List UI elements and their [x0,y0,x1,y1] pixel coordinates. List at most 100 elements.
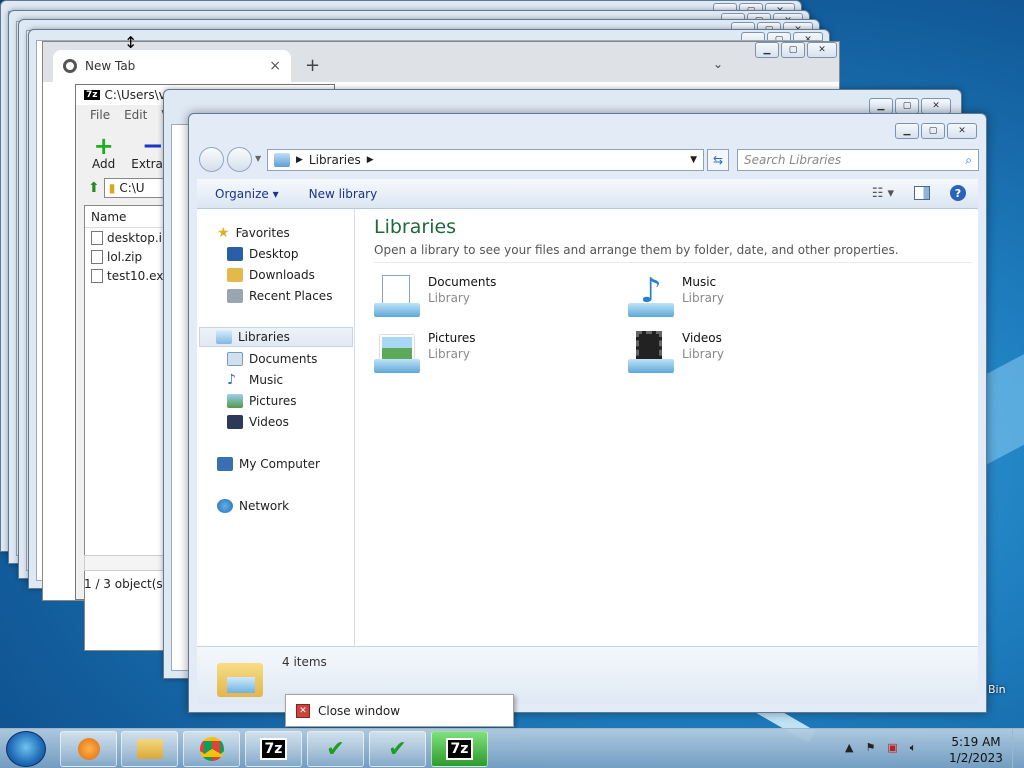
recent-places-icon [227,289,243,303]
chrome-tab-title: New Tab [85,59,136,73]
documents-icon [227,352,243,366]
taskbar-7zip-2[interactable]: 7z [431,731,488,767]
close-window-label: Close window [318,703,401,718]
taskbar-installer-2[interactable]: ✔ [369,731,426,767]
library-type: Library [682,347,724,361]
close-button[interactable]: ✕ [921,98,951,114]
refresh-button[interactable]: ⇆ [707,149,729,171]
recycle-bin-label[interactable]: Bin [988,683,1006,696]
clock-time: 5:19 AM [951,735,1001,749]
clock[interactable]: 5:19 AM 1/2/2023 [946,734,1006,766]
up-folder-icon[interactable]: ⬆ [88,180,100,196]
nav-recent-places[interactable]: Recent Places [227,286,332,306]
search-input[interactable]: Search Libraries ⌕ [737,149,979,171]
search-icon[interactable]: ⌕ [965,153,972,168]
add-label: Add [92,157,116,171]
system-tray: ▲ ⚑ ▣ 🔈︎ [845,741,916,755]
libraries-folder-icon [217,657,263,697]
nav-videos[interactable]: Videos [227,412,289,432]
library-music[interactable]: ♪ Music Library [628,271,724,321]
pictures-library-icon [374,331,420,377]
maximize-button[interactable]: ▢ [895,98,919,114]
nav-libraries[interactable]: Libraries [199,327,353,347]
breadcrumb-arrow-icon[interactable]: ▶ [296,155,303,165]
close-button[interactable]: ✕ [807,42,837,58]
recent-pages-dropdown-icon[interactable]: ▼ [255,154,261,163]
library-pictures[interactable]: Pictures Library [374,331,476,377]
star-icon: ★ [217,225,230,241]
exe-file-icon [91,268,103,283]
nav-favorites[interactable]: ★ Favorites [217,223,290,243]
videos-filmstrip-icon [227,415,243,429]
sevenzip-icon: 7z [445,738,474,760]
minimize-button[interactable]: ▁ [755,42,779,58]
nav-downloads[interactable]: Downloads [227,265,315,285]
maximize-button[interactable]: ▢ [781,42,805,58]
action-center-icon[interactable]: ⚑ [865,741,875,755]
minimize-button[interactable]: ▁ [869,98,893,114]
page-description: Open a library to see your files and arr… [374,243,899,257]
music-note-icon: ♪ [227,372,236,388]
library-type: Library [428,291,470,305]
minimize-button[interactable]: ▁ [895,123,919,139]
downloads-folder-icon [227,268,243,282]
start-button[interactable] [6,731,46,767]
installer-check-icon: ✔ [326,736,345,762]
volume-icon[interactable]: 🔈︎ [910,741,917,755]
file-name: test10.exe [107,268,171,283]
taskbar-installer-1[interactable]: ✔ [307,731,364,767]
tab-search-dropdown[interactable]: ⌄ [713,57,723,71]
library-videos[interactable]: Videos Library [628,331,724,377]
nav-network-label: Network [239,499,290,513]
maximize-button[interactable]: ▢ [921,123,945,139]
item-count: 4 items [282,655,327,669]
library-name: Music [682,275,717,289]
back-button[interactable] [199,147,224,172]
close-button[interactable]: ✕ [947,123,977,139]
network-icon [217,499,233,513]
libraries-explorer-window[interactable]: ▁ ▢ ✕ ▼ ▶ Libraries ▶ ▼ ⇆ Search Librari… [188,113,987,713]
taskbar-chrome[interactable] [183,731,240,767]
breadcrumb-arrow-icon[interactable]: ▶ [367,155,374,165]
nav-my-computer[interactable]: My Computer [217,454,320,474]
breadcrumb-libraries[interactable]: Libraries [309,153,361,167]
library-documents[interactable]: Documents Library [374,275,496,321]
file-name: lol.zip [107,249,143,264]
menu-file[interactable]: File [90,108,110,122]
new-tab-button[interactable]: + [305,55,320,76]
nav-pictures[interactable]: Pictures [227,391,297,411]
nav-desktop[interactable]: Desktop [227,244,299,264]
taskbar-media-player[interactable] [60,731,117,767]
help-icon[interactable]: ? [950,185,966,201]
ini-file-icon [91,230,103,245]
videos-library-icon [628,331,674,377]
clock-date: 1/2/2023 [949,751,1003,765]
resize-cursor-icon: ↕ [124,33,138,52]
menu-edit[interactable]: Edit [124,108,147,122]
address-dropdown-icon[interactable]: ▼ [690,155,697,165]
new-library-button[interactable]: New library [309,187,378,201]
taskbar-explorer[interactable] [121,731,178,767]
preview-pane-icon[interactable] [914,186,930,200]
nav-network[interactable]: Network [217,496,289,516]
close-window-icon: ✕ [296,703,310,718]
organize-button[interactable]: Organize ▾ [215,187,279,201]
explorer-folder-icon [136,739,163,759]
add-button[interactable]: + Add [92,134,116,171]
show-desktop-button[interactable] [1012,729,1024,768]
nav-music-label: Music [249,373,284,387]
page-title: Libraries [374,216,457,238]
change-view-icon[interactable]: ☷ ▾ [872,186,894,201]
search-placeholder: Search Libraries [744,153,842,167]
nav-music[interactable]: ♪ Music [227,370,283,390]
taskbar-7zip-1[interactable]: 7z [245,731,302,767]
close-tab-icon[interactable]: × [269,58,281,74]
forward-button[interactable] [227,147,252,172]
nav-recent-label: Recent Places [249,289,333,303]
close-window-jumplist-item[interactable]: ✕ Close window [285,694,514,727]
chrome-tab[interactable]: New Tab × [53,50,291,82]
network-status-icon[interactable]: ▣ [887,741,897,755]
show-hidden-icons-icon[interactable]: ▲ [845,741,853,755]
address-bar[interactable]: ▶ Libraries ▶ ▼ [267,149,704,171]
nav-documents[interactable]: Documents [227,349,317,369]
